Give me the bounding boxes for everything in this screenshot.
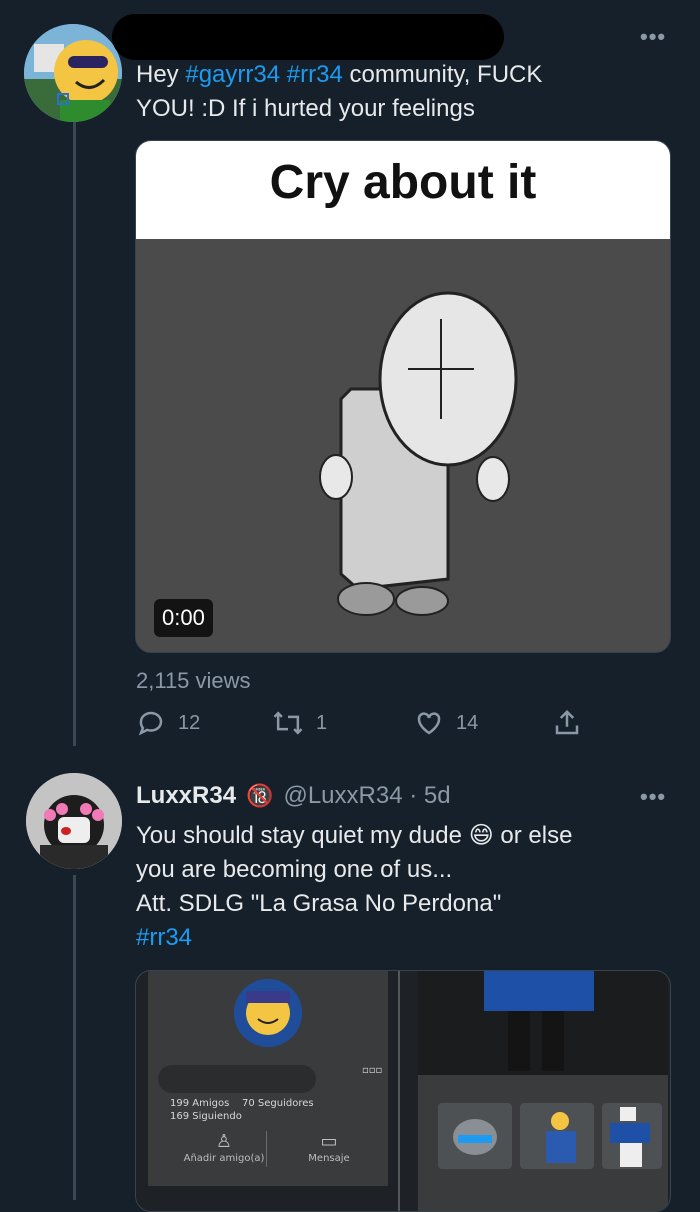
message-button: ▭ Mensaje [284, 1131, 374, 1164]
video-timer: 0:00 [154, 599, 213, 637]
view-count: 2,115 views [136, 668, 251, 693]
hashtag-link[interactable]: #rr34 [287, 61, 343, 88]
avatar[interactable] [24, 24, 122, 122]
profile-stats: 199 Amigos 70 Seguidores 169 Siguiendo [170, 1098, 314, 1122]
like-count: 14 [456, 711, 479, 734]
reply-icon [138, 711, 163, 736]
profile-panel: ▫▫▫ 199 Amigos 70 Seguidores 169 Siguien… [148, 971, 388, 1186]
redacted-name [112, 14, 504, 60]
divider [398, 971, 400, 1211]
username-placeholder [158, 1065, 316, 1093]
heart-icon [417, 712, 441, 735]
like-button[interactable]: 14 [414, 708, 478, 738]
grin-emoji: 😄 [468, 821, 494, 849]
adult-badge-icon: 🔞 [246, 783, 274, 808]
add-friend-button: ♙ Añadir amigo(a) [176, 1131, 272, 1164]
reply-button[interactable]: 12 [136, 708, 200, 738]
tweet-text: You should stay quiet my dude 😄 or else … [136, 821, 573, 951]
retweet-count: 1 [316, 711, 328, 734]
avatar-preview [418, 971, 668, 1075]
item-avatar [520, 1103, 594, 1169]
item-helmet [438, 1103, 512, 1169]
media-caption: Cry about it [136, 141, 670, 239]
message-icon: ▭ [320, 1131, 338, 1152]
profile-more-icon: ▫▫▫ [362, 1065, 383, 1076]
item-outfit [602, 1103, 662, 1169]
inventory-panel [418, 1075, 668, 1211]
button-divider [266, 1131, 267, 1167]
reply-count: 12 [178, 711, 201, 734]
video-player[interactable]: Cry about it 0:00 [135, 140, 671, 653]
more-options-icon[interactable]: ••• [640, 784, 666, 810]
attached-image[interactable]: ▫▫▫ 199 Amigos 70 Seguidores 169 Siguien… [135, 970, 671, 1212]
tweet-text: Hey #gayrr34 #rr34 community, FUCK YOU! … [136, 61, 543, 122]
share-button[interactable] [552, 708, 582, 738]
profile-avatar [234, 979, 302, 1047]
video-frame [136, 239, 670, 652]
hashtag-link[interactable]: #rr34 [136, 924, 192, 951]
display-name[interactable]: LuxxR34 [136, 782, 236, 810]
retweet-icon [273, 711, 303, 735]
tweet-header: LuxxR34 🔞 @LuxxR34 · 5d [136, 782, 451, 810]
avatar[interactable] [26, 773, 122, 869]
share-icon [555, 709, 579, 735]
more-options-icon[interactable]: ••• [640, 24, 666, 50]
add-friend-icon: ♙ [215, 1131, 233, 1152]
thread-line-lower [73, 875, 76, 1200]
thread-line [73, 118, 76, 746]
retweet-button[interactable]: 1 [272, 708, 327, 738]
hashtag-link[interactable]: #gayrr34 [185, 61, 280, 88]
handle-and-time[interactable]: @LuxxR34 · 5d [283, 782, 450, 810]
